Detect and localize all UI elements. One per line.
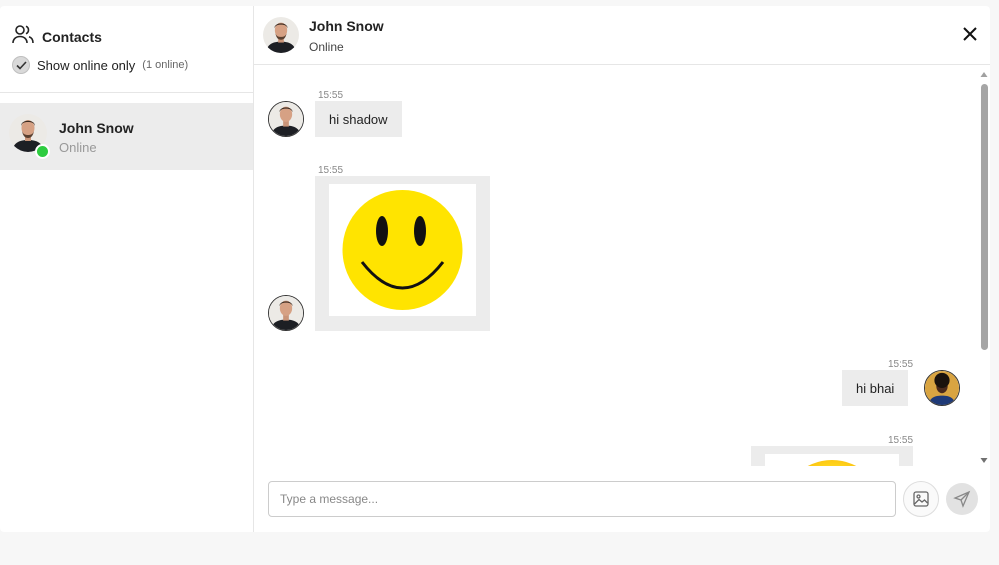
image-message-bubble[interactable]: [751, 446, 913, 466]
chat-app: Contacts Show online only (1 online) Joh…: [0, 6, 990, 532]
online-only-checkbox[interactable]: [12, 56, 30, 74]
message-timestamp: 15:55: [318, 90, 344, 101]
message-timestamp: 15:55: [888, 359, 914, 370]
sidebar-title: Contacts: [42, 28, 102, 45]
sidebar-header: Contacts Show online only (1 online): [0, 6, 253, 93]
avatar: [268, 295, 304, 331]
message-bubble: hi shadow: [315, 101, 402, 137]
message-text: hi bhai: [856, 380, 895, 396]
message-timestamp: 15:55: [888, 435, 914, 446]
users-icon: [12, 24, 34, 49]
check-icon: [15, 60, 27, 70]
online-status-dot: [35, 144, 50, 159]
contact-name: John Snow: [59, 120, 134, 136]
chat-contact-name: John Snow: [309, 18, 384, 34]
send-icon: [953, 490, 971, 508]
message-timestamp: 15:55: [318, 165, 344, 176]
chat-contact-status: Online: [309, 40, 344, 54]
avatar: [268, 101, 304, 137]
contact-item-john-snow[interactable]: John Snow Online: [0, 103, 253, 170]
message-bubble: hi bhai: [842, 370, 909, 406]
message-list[interactable]: 15:55 hi shadow 15:55 15:55 hi bhai 15:5…: [254, 66, 990, 466]
chat-header: John Snow Online: [254, 6, 990, 65]
contacts-sidebar: Contacts Show online only (1 online) Joh…: [0, 6, 254, 532]
composer: [268, 481, 978, 517]
contact-status: Online: [59, 140, 97, 155]
close-icon[interactable]: [962, 26, 978, 42]
scrollbar-thumb[interactable]: [981, 84, 988, 350]
avatar: [263, 17, 299, 53]
message-scrollbar[interactable]: [978, 66, 990, 466]
message-input[interactable]: [268, 481, 896, 517]
online-count: (1 online): [142, 59, 189, 71]
send-button[interactable]: [946, 483, 978, 515]
avatar: [924, 370, 960, 406]
online-only-label: Show online only: [37, 57, 136, 73]
chat-panel: John Snow Online 15:55 hi shadow 15:55 1…: [254, 6, 990, 532]
image-message-bubble[interactable]: [315, 176, 490, 331]
message-text: hi shadow: [329, 111, 388, 127]
smiley-image[interactable]: [765, 454, 899, 466]
online-filter[interactable]: Show online only (1 online): [12, 56, 188, 74]
attach-image-button[interactable]: [903, 481, 939, 517]
image-icon: [913, 491, 929, 507]
sidebar-title-row: Contacts: [12, 24, 102, 49]
smiley-image[interactable]: [329, 184, 476, 316]
